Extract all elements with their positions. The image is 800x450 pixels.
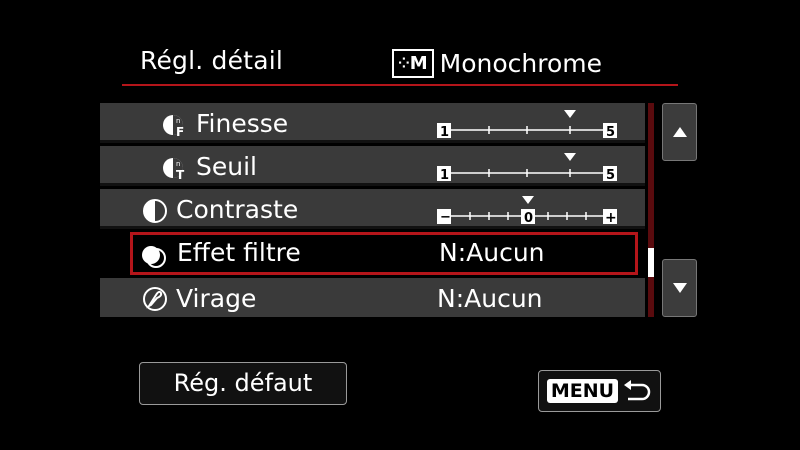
slider-max-label: 5 — [606, 168, 615, 183]
setting-value: N:Aucun — [439, 238, 545, 267]
filter-effect-icon — [142, 246, 166, 268]
svg-text:T: T — [176, 168, 185, 181]
setting-value: N:Aucun — [437, 284, 543, 313]
scroll-down-button[interactable] — [662, 259, 697, 317]
svg-text:n: n — [176, 117, 180, 125]
page-title: Régl. détail — [140, 46, 284, 75]
slider-center-label: 0 — [524, 211, 533, 226]
return-arrow-icon — [624, 380, 651, 401]
seuil-slider[interactable]: 1 5 — [437, 153, 627, 183]
menu-back-button[interactable]: MENU — [538, 370, 661, 412]
mode-badge-text: M — [409, 53, 428, 74]
header-divider — [122, 84, 678, 86]
slider-marker — [522, 196, 534, 204]
slider-marker — [564, 153, 576, 161]
scrollbar-thumb[interactable] — [648, 248, 654, 277]
monochrome-style-icon: ⁘ M — [392, 49, 434, 78]
setting-row-effet-filtre[interactable]: Effet filtre N:Aucun — [130, 232, 638, 275]
menu-label: MENU — [546, 379, 619, 403]
settings-list: n F Finesse 1 5 n T Seuil 1 5 Contraste … — [100, 103, 645, 317]
setting-label: Contraste — [176, 195, 299, 224]
sharpness-threshold-icon: n T — [163, 158, 185, 181]
picture-style-indicator: ⁘ M Monochrome — [392, 47, 602, 80]
setting-row-virage[interactable]: Virage N:Aucun — [100, 278, 645, 317]
slider-max-label: 5 — [606, 125, 615, 140]
scroll-up-button[interactable] — [662, 103, 697, 161]
slider-max-label: + — [605, 210, 617, 226]
reset-default-button[interactable]: Rég. défaut — [139, 362, 347, 405]
contrast-icon — [143, 199, 167, 223]
setting-label: Finesse — [196, 109, 289, 138]
setting-row-seuil[interactable]: n T Seuil 1 5 — [100, 146, 645, 186]
slider-min-label: − — [440, 210, 451, 225]
slider-min-label: 1 — [440, 125, 449, 140]
triangle-down-icon — [672, 283, 687, 293]
finesse-slider[interactable]: 1 5 — [437, 110, 627, 140]
triangle-up-icon — [672, 127, 687, 137]
svg-text:F: F — [176, 125, 184, 138]
setting-label: Seuil — [196, 152, 257, 181]
picture-style-name: Monochrome — [439, 49, 603, 78]
svg-text:n: n — [176, 160, 180, 168]
setting-label: Virage — [176, 284, 257, 313]
slider-min-label: 1 — [440, 168, 449, 183]
slider-marker — [564, 110, 576, 118]
contraste-slider[interactable]: − 0 + — [437, 196, 627, 226]
toning-icon — [143, 287, 167, 311]
sharpness-fineness-icon: n F — [163, 115, 184, 138]
setting-label: Effet filtre — [177, 238, 301, 267]
scrollbar-track[interactable] — [648, 103, 654, 317]
setting-row-finesse[interactable]: n F Finesse 1 5 — [100, 103, 645, 143]
setting-row-contraste[interactable]: Contraste − 0 + — [100, 189, 645, 229]
